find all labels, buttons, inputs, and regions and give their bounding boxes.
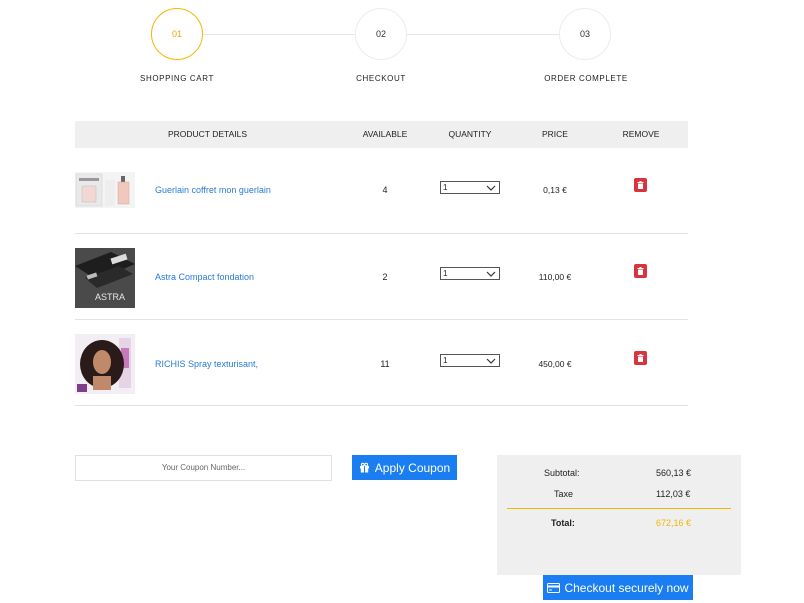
trash-icon [637,267,644,275]
header-price: PRICE [542,129,568,139]
credit-card-icon [547,582,561,593]
quantity-select[interactable]: 1 [440,267,500,280]
header-product: PRODUCT DETAILS [167,129,248,139]
product-image[interactable] [75,334,135,394]
price-value: 110,00 € [538,272,572,282]
subtotal-value: 560,13 € [656,468,692,478]
quantity-select[interactable]: 1 [440,354,500,367]
product-name-link[interactable]: RICHIS Spray texturisant, [155,359,258,369]
chevron-down-icon [486,271,496,277]
header-remove: REMOVE [622,129,660,139]
coupon-input[interactable]: Your Coupon Number... [75,455,332,481]
subtotal-label: Subtotal: [544,468,580,478]
header-available: AVAILABLE [362,129,408,139]
checkout-button[interactable]: Checkout securely now [543,575,693,600]
tax-label: Taxe [554,489,574,499]
cart-table-header: PRODUCT DETAILS AVAILABLE QUANTITY PRICE… [75,121,688,148]
quantity-value: 1 [443,269,448,278]
product-name-link[interactable]: Astra Compact fondation [155,272,254,282]
step-3-label: ORDER COMPLETE [544,74,628,83]
table-row: RICHIS Spray texturisant, 11 1 450,00 € [75,320,688,406]
apply-coupon-button[interactable]: Apply Coupon [352,455,457,480]
header-quantity: QUANTITY [448,129,492,139]
step-1-number: 01 [171,29,182,39]
checkout-steps: 01 02 03 SHOPPING CART CHECKOUT ORDER CO… [0,0,804,100]
quantity-value: 1 [443,356,448,365]
step-connector [203,34,355,35]
available-count: 4 [382,185,388,195]
chevron-down-icon [486,185,496,191]
price-value: 450,00 € [538,359,572,369]
remove-button[interactable] [634,351,647,365]
tax-value: 112,03 € [656,489,691,499]
available-count: 11 [380,359,390,369]
available-count: 2 [382,272,388,282]
step-3-circle: 03 [559,8,611,60]
order-summary: Subtotal: 560,13 € Taxe 112,03 € Total: … [497,455,741,575]
step-1-label: SHOPPING CART [140,74,214,83]
chevron-down-icon [486,358,496,364]
step-3-number: 03 [579,29,590,39]
product-image[interactable]: ASTRA [75,248,135,308]
product-image[interactable] [75,172,135,232]
step-2-circle: 02 [355,8,407,60]
apply-coupon-label: Apply Coupon [374,460,451,475]
table-row: Guerlain coffret mon guerlain 4 1 0,13 € [75,148,688,234]
step-1-circle: 01 [151,8,203,60]
checkout-label: Checkout securely now [564,580,689,595]
remove-button[interactable] [634,264,647,278]
step-connector [407,34,559,35]
total-label: Total: [551,518,575,528]
product-name-link[interactable]: Guerlain coffret mon guerlain [155,185,271,195]
totals-divider [507,508,731,509]
trash-icon [637,181,644,189]
total-value: 672,16 € [656,518,692,528]
svg-text:ASTRA: ASTRA [95,292,125,302]
step-2-label: CHECKOUT [356,74,406,83]
gift-icon [359,462,369,473]
table-row: ASTRA Astra Compact fondation 2 1 110,00… [75,234,688,320]
quantity-value: 1 [443,183,448,192]
remove-button[interactable] [634,178,647,192]
quantity-select[interactable]: 1 [440,181,500,194]
trash-icon [637,354,644,362]
price-value: 0,13 € [543,185,567,195]
step-2-number: 02 [375,29,386,39]
